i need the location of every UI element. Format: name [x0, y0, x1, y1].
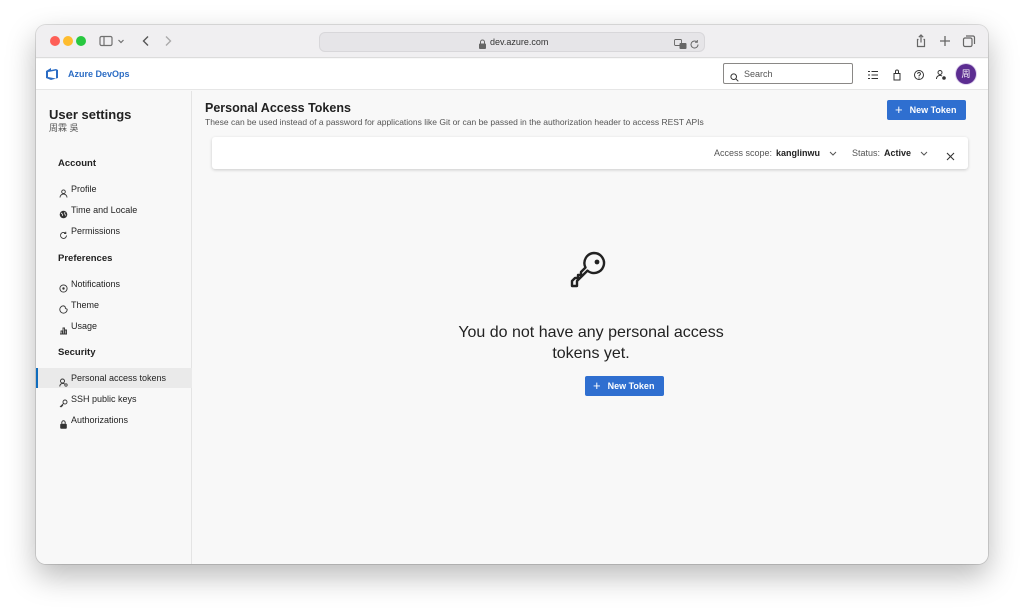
browser-window: dev.azure.com Azure DevOps Search 周 User…	[36, 25, 988, 564]
close-window-button[interactable]	[50, 36, 60, 46]
key-icon	[568, 249, 610, 291]
url-text: dev.azure.com	[490, 37, 549, 47]
theme-icon	[59, 301, 68, 314]
sidebar-item-ssh-public-keys[interactable]: SSH public keys	[36, 389, 192, 409]
azure-devops-logo-icon[interactable]	[45, 67, 59, 81]
notification-icon	[59, 280, 68, 293]
status-value: Active	[884, 148, 912, 158]
access-scope-value: kanglinwu	[776, 148, 821, 158]
back-icon[interactable]	[138, 33, 154, 49]
sidebar-item-permissions[interactable]: Permissions	[36, 221, 192, 241]
lock-icon	[59, 416, 68, 429]
sidebar-item-label: Time and Locale	[71, 205, 138, 215]
sidebar-item-label: Usage	[71, 321, 98, 331]
sidebar-item-label: Profile	[71, 184, 97, 194]
access-scope-label: Access scope:	[714, 148, 773, 158]
sidebar-item-time-and-locale[interactable]: Time and Locale	[36, 200, 192, 220]
empty-state-new-token-button[interactable]: + New Token	[585, 376, 665, 396]
section-security: Security	[58, 347, 96, 358]
empty-state-new-token-label: New Token	[607, 381, 655, 391]
search-icon	[730, 69, 739, 82]
chevron-down-icon	[920, 151, 928, 156]
search-box[interactable]	[723, 63, 853, 84]
address-bar[interactable]: dev.azure.com	[319, 32, 705, 52]
empty-state-message: You do not have any personal access toke…	[458, 324, 724, 362]
settings-sidebar: User settings 周霖 吳 Account Profile Time …	[36, 91, 192, 564]
task-list-icon[interactable]	[867, 68, 879, 80]
sidebar-item-personal-access-tokens[interactable]: Personal access tokens	[36, 368, 192, 388]
sidebar-item-profile[interactable]: Profile	[36, 179, 192, 199]
chevron-down-icon	[829, 151, 837, 156]
zoom-window-button[interactable]	[76, 36, 86, 46]
app-header: Azure DevOps 周	[36, 59, 988, 90]
marketplace-bag-icon[interactable]	[891, 68, 903, 81]
page-title: Personal Access Tokens	[205, 101, 351, 115]
help-icon[interactable]	[913, 68, 925, 80]
token-icon	[59, 374, 68, 387]
sidebar-item-authorizations[interactable]: Authorizations	[36, 410, 192, 430]
access-scope-filter[interactable]: Access scope: kanglinwu	[714, 148, 837, 159]
forward-icon[interactable]	[160, 33, 176, 49]
key-icon	[59, 395, 68, 408]
lock-icon	[478, 37, 487, 49]
sidebar-item-label: Personal access tokens	[71, 373, 167, 383]
new-token-button-label: New Token	[909, 105, 957, 115]
section-account: Account	[58, 158, 96, 169]
filter-bar: Access scope: kanglinwu Status: Active	[212, 137, 968, 169]
new-token-button[interactable]: + New Token	[887, 100, 967, 120]
status-filter[interactable]: Status: Active	[852, 148, 928, 159]
user-display-name: 周霖 吳	[49, 123, 79, 133]
section-preferences: Preferences	[58, 253, 113, 264]
sidebar-item-theme[interactable]: Theme	[36, 295, 192, 315]
sidebar-item-label: Permissions	[71, 226, 121, 236]
sidebar-item-notifications[interactable]: Notifications	[36, 274, 192, 294]
status-label: Status:	[852, 148, 881, 158]
reload-icon[interactable]	[689, 37, 700, 49]
sidebar-item-usage[interactable]: Usage	[36, 316, 192, 336]
main-content: Personal Access Tokens These can be used…	[193, 91, 988, 564]
avatar[interactable]: 周	[956, 64, 976, 84]
globe-icon	[59, 206, 68, 219]
minimize-window-button[interactable]	[63, 36, 73, 46]
sidebar-title: User settings	[49, 107, 132, 122]
permissions-icon	[59, 227, 68, 239]
new-tab-icon[interactable]	[937, 33, 953, 49]
sidebar-item-label: Theme	[71, 300, 100, 310]
usage-icon	[59, 322, 68, 335]
browser-toolbar: dev.azure.com	[36, 25, 988, 58]
person-icon	[59, 185, 68, 198]
page-description: These can be used instead of a password …	[205, 117, 704, 127]
chevron-down-icon[interactable]	[116, 33, 126, 49]
sidebar-item-label: Authorizations	[71, 415, 129, 425]
share-icon[interactable]	[913, 33, 929, 49]
tab-overview-icon[interactable]	[961, 33, 977, 49]
close-icon[interactable]	[946, 148, 955, 161]
plus-icon: +	[593, 378, 601, 393]
user-settings-icon[interactable]	[935, 68, 947, 80]
search-input[interactable]	[744, 67, 844, 80]
sidebar-item-label: Notifications	[71, 279, 121, 289]
plus-icon: +	[895, 102, 903, 117]
sidebar-item-label: SSH public keys	[71, 394, 137, 404]
translate-icon[interactable]	[674, 37, 687, 49]
app-brand[interactable]: Azure DevOps	[68, 68, 130, 80]
sidebar-toggle-icon[interactable]	[98, 33, 114, 49]
